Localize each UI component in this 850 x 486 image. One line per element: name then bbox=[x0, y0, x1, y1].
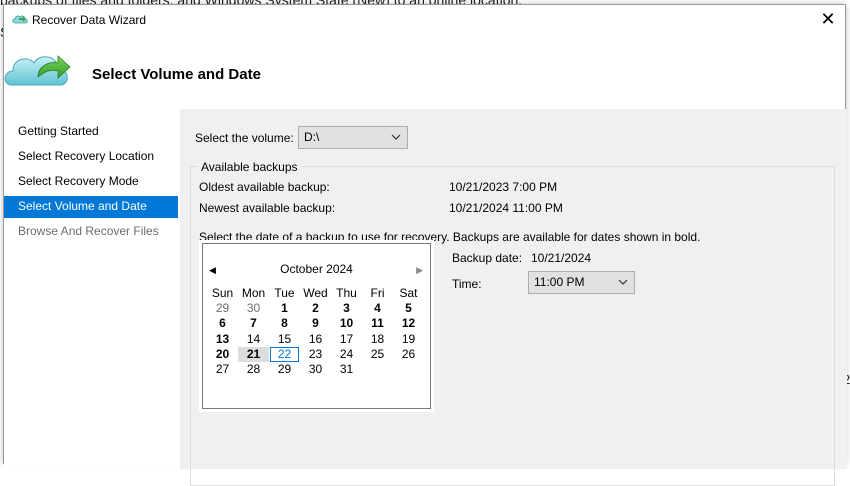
calendar-day[interactable]: 25 bbox=[362, 347, 393, 362]
calendar-grid: Sun Mon Tue Wed Thu Fri Sat 29 30 1 2 3 4 5 6 7 8… bbox=[207, 286, 427, 377]
nav-item-select-volume-and-date[interactable]: Select Volume and Date bbox=[4, 196, 178, 218]
calendar-day[interactable]: 9 bbox=[300, 316, 331, 331]
calendar-month-title[interactable]: October 2024 bbox=[203, 262, 430, 280]
calendar-day[interactable]: 4 bbox=[362, 301, 393, 316]
calendar-day[interactable]: 18 bbox=[362, 332, 393, 347]
calendar-day[interactable]: 10 bbox=[331, 316, 362, 331]
calendar-day[interactable]: 29 bbox=[207, 301, 238, 316]
oldest-backup-label: Oldest available backup: bbox=[199, 180, 330, 194]
calendar-day[interactable]: 30 bbox=[238, 301, 269, 316]
oldest-backup-value: 10/21/2023 7:00 PM bbox=[449, 180, 558, 194]
calendar-day-today[interactable]: 22 bbox=[269, 346, 300, 362]
weekday-header: Sat bbox=[399, 286, 418, 300]
nav-item-select-recovery-mode[interactable]: Select Recovery Mode bbox=[4, 171, 178, 193]
weekday-header: Tue bbox=[274, 286, 295, 300]
calendar-weekday-row: Sun Mon Tue Wed Thu Fri Sat bbox=[207, 286, 427, 301]
chevron-down-icon bbox=[618, 272, 628, 301]
calendar-week-row: 6 7 8 9 10 11 12 bbox=[207, 316, 427, 331]
time-select[interactable]: 11:00 PM bbox=[528, 271, 635, 294]
weekday-header: Thu bbox=[336, 286, 357, 300]
calendar-day[interactable]: 6 bbox=[207, 316, 238, 331]
calendar-day[interactable]: 2 bbox=[300, 301, 331, 316]
volume-select-value: D:\ bbox=[304, 130, 320, 144]
title-bar[interactable]: Recover Data Wizard ✕ bbox=[4, 5, 845, 35]
nav-item-browse-and-recover-files: Browse And Recover Files bbox=[18, 224, 159, 238]
page-title: Select Volume and Date bbox=[92, 66, 261, 83]
time-label: Time: bbox=[452, 277, 482, 291]
today-marker bbox=[270, 346, 299, 362]
backup-date-label: Backup date: bbox=[452, 251, 523, 265]
calendar-day[interactable]: 1 bbox=[269, 301, 300, 316]
calendar-day[interactable]: 28 bbox=[238, 362, 269, 377]
wizard-header: Select Volume and Date bbox=[4, 35, 845, 109]
calendar-day[interactable]: 27 bbox=[207, 362, 238, 377]
calendar-day[interactable]: 15 bbox=[269, 332, 300, 347]
available-backups-title: Available backups bbox=[198, 160, 301, 174]
calendar-day-selected[interactable]: 21 bbox=[238, 346, 269, 362]
wizard-content: Select the volume: D:\ Available backups… bbox=[180, 109, 847, 486]
calendar-day[interactable]: 8 bbox=[269, 316, 300, 331]
weekday-header: Fri bbox=[370, 286, 385, 300]
calendar-day[interactable]: 7 bbox=[238, 316, 269, 331]
window-title: Recover Data Wizard bbox=[32, 13, 147, 27]
calendar-day[interactable]: 20 bbox=[207, 347, 238, 362]
weekday-header: Wed bbox=[303, 286, 328, 300]
wizard-steps-nav: Getting Started Select Recovery Location… bbox=[4, 109, 180, 469]
calendar-day[interactable]: 14 bbox=[238, 332, 269, 347]
nav-item-getting-started[interactable]: Getting Started bbox=[4, 121, 178, 143]
calendar-day[interactable]: 12 bbox=[393, 316, 424, 331]
volume-select[interactable]: D:\ bbox=[298, 126, 408, 149]
weekday-header: Sun bbox=[211, 286, 234, 300]
newest-backup-label: Newest available backup: bbox=[199, 201, 336, 215]
next-month-arrow-icon[interactable]: ▶ bbox=[416, 265, 423, 276]
calendar-week-row: 13 14 15 16 17 18 19 bbox=[207, 332, 427, 347]
calendar-day[interactable]: 26 bbox=[393, 347, 424, 362]
recover-data-wizard-window: Recover Data Wizard ✕ Select Volume and … bbox=[3, 4, 847, 486]
calendar-day[interactable]: 13 bbox=[207, 332, 238, 347]
volume-label: Select the volume: bbox=[195, 131, 294, 145]
calendar-day[interactable]: 24 bbox=[331, 347, 362, 362]
calendar-week-row: 27 28 29 30 31 bbox=[207, 362, 427, 377]
chevron-down-icon bbox=[391, 127, 401, 156]
calendar-day[interactable]: 23 bbox=[300, 347, 331, 362]
month-calendar[interactable]: ◀ October 2024 ▶ Sun Mon Tue Wed Thu Fri… bbox=[199, 240, 434, 412]
calendar-week-row: 29 30 1 2 3 4 5 bbox=[207, 301, 427, 316]
select-date-instruction: Select the date of a backup to use for r… bbox=[199, 230, 701, 244]
nav-item-select-recovery-location[interactable]: Select Recovery Location bbox=[4, 146, 178, 168]
calendar-day[interactable]: 31 bbox=[331, 362, 362, 377]
calendar-day[interactable]: 11 bbox=[362, 316, 393, 331]
calendar-day[interactable]: 5 bbox=[393, 301, 424, 316]
newest-backup-value: 10/21/2024 11:00 PM bbox=[449, 201, 563, 215]
cloud-recovery-icon bbox=[4, 47, 74, 90]
calendar-week-row: 20 21 22 23 24 25 26 bbox=[207, 346, 427, 362]
calendar-day[interactable]: 3 bbox=[331, 301, 362, 316]
close-button[interactable]: ✕ bbox=[811, 5, 845, 35]
weekday-header: Mon bbox=[241, 286, 266, 300]
calendar-day[interactable]: 30 bbox=[300, 362, 331, 377]
calendar-day[interactable]: 16 bbox=[300, 332, 331, 347]
backup-date-value: 10/21/2024 bbox=[531, 251, 592, 265]
calendar-day[interactable]: 29 bbox=[269, 362, 300, 377]
time-select-value: 11:00 PM bbox=[534, 275, 585, 289]
calendar-day[interactable]: 17 bbox=[331, 332, 362, 347]
app-cloud-icon bbox=[12, 13, 28, 28]
calendar-day[interactable]: 19 bbox=[393, 332, 424, 347]
